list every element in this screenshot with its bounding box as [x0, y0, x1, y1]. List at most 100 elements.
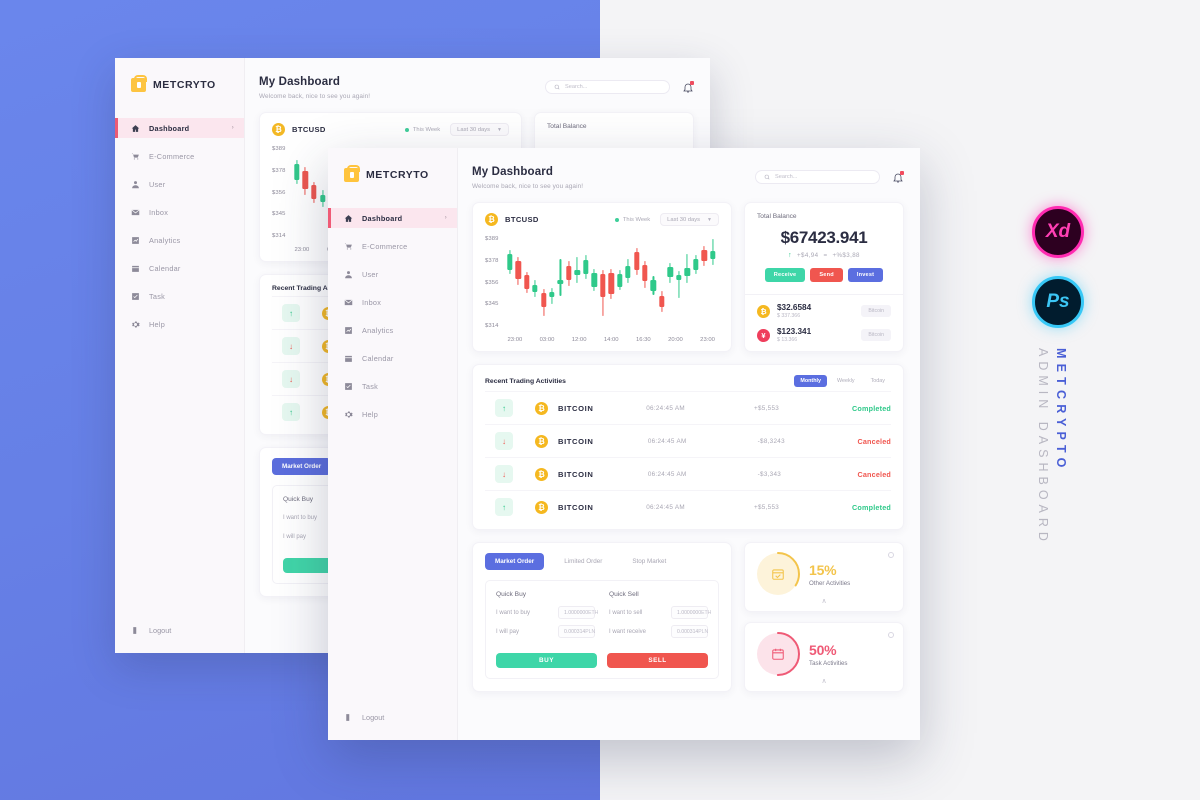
sidebar-item-label: Inbox — [149, 207, 169, 217]
activities-period-tabs: Monthly Weekly Today — [794, 375, 891, 387]
buy-amount-input[interactable]: 1.0000000ETH — [558, 606, 598, 619]
sidebar-item-inbox[interactable]: Inbox — [115, 202, 244, 222]
candle — [590, 234, 598, 330]
transaction-time: 06:24:45 AM — [646, 503, 685, 511]
sidebar-item-task[interactable]: Task — [115, 286, 244, 306]
tab-market-order[interactable]: Market Order — [485, 553, 545, 570]
sidebar-item-task[interactable]: Task — [328, 376, 457, 396]
tab-weekly[interactable]: Weekly — [831, 375, 861, 387]
sidebar-item-analytics[interactable]: Analytics — [328, 320, 457, 340]
status-badge: Canceled — [857, 469, 891, 479]
options-dot-icon[interactable] — [888, 632, 894, 638]
sidebar-item-label: Task — [362, 381, 379, 391]
notification-badge — [690, 80, 694, 85]
adobe-xd-badge: Xd — [1032, 206, 1084, 258]
table-row[interactable]: ↑ ₿ BITCOIN 06:24:45 AM +$5,553 Complete… — [485, 490, 891, 523]
tab-today[interactable]: Today — [865, 375, 891, 387]
coin-subamount: $ 337.366 — [777, 313, 801, 319]
sidebar-item-help[interactable]: Help — [115, 314, 244, 334]
tab-limited-order[interactable]: Limited Order — [554, 553, 612, 570]
coin-amount: $32.6584 — [777, 303, 812, 312]
notification-bell-button[interactable] — [682, 80, 694, 94]
candle — [615, 234, 623, 330]
gear-icon — [344, 410, 353, 419]
sell-receive-input[interactable]: 0.000314 PLN — [671, 625, 708, 638]
buy-button[interactable]: BUY — [496, 653, 597, 668]
chart-legend: This Week — [614, 217, 650, 223]
chart-legend: This Week — [404, 127, 440, 133]
sidebar-item-ecommerce[interactable]: E-Commerce — [115, 146, 244, 166]
task-activities-card: 50% Task Activities ∧ — [744, 622, 904, 692]
send-button[interactable]: Send — [810, 268, 843, 282]
arrow-down-icon: ↓ — [495, 465, 513, 483]
balance-coin-list: ₿ $32.6584 $ 337.366 Bitcoin ¥ $123.341 … — [745, 294, 903, 351]
table-row[interactable]: ↓ ₿ BITCOIN 06:24:45 AM -$8,3243 Cancele… — [485, 424, 891, 457]
adobe-photoshop-badge: Ps — [1032, 276, 1084, 328]
logout-button[interactable]: Logout — [328, 713, 457, 722]
tab-monthly[interactable]: Monthly — [794, 375, 828, 387]
options-dot-icon[interactable] — [888, 552, 894, 558]
sell-amount-input[interactable]: 1.0000000 ETH — [671, 606, 711, 619]
y-tick: $356 — [485, 279, 499, 286]
cart-icon — [131, 152, 140, 161]
price-chart-card: ₿ BTCUSD This Week Last 30 days ▼ $389 $… — [472, 202, 732, 352]
x-tick: 03:00 — [539, 337, 555, 343]
gear-icon — [131, 320, 140, 329]
quick-buy-section: Quick Buy I want to buy 1.0000000 ETH I w… — [496, 591, 598, 644]
candle — [649, 234, 657, 330]
brand: METCRYTO — [328, 162, 457, 182]
buy-pay-input[interactable]: 0.000314PLN — [558, 625, 595, 638]
y-tick: $389 — [272, 146, 286, 152]
candle — [556, 234, 564, 330]
candle — [565, 234, 573, 330]
sell-button[interactable]: SELL — [607, 653, 708, 668]
chart-range-select[interactable]: Last 30 days ▼ — [660, 213, 719, 226]
sidebar-item-calendar[interactable]: Calendar — [328, 348, 457, 368]
invest-button[interactable]: Invest — [847, 268, 884, 282]
balance-delta: ↑ +$4,94 = +%$3,88 — [757, 252, 891, 259]
arrow-down-icon: ↓ — [282, 337, 300, 355]
list-item[interactable]: ₿ $32.6584 $ 337.366 Bitcoin — [757, 303, 891, 319]
candle — [548, 234, 556, 330]
x-tick: 20:00 — [668, 337, 683, 343]
sidebar-item-analytics[interactable]: Analytics — [115, 230, 244, 250]
sidebar-item-user[interactable]: User — [328, 264, 457, 284]
activity-stats-column: 15% Other Activities ∧ 50% Task Activiti… — [744, 542, 904, 692]
table-row[interactable]: ↑ ₿ BITCOIN 06:24:45 AM +$5,553 Complete… — [485, 391, 891, 424]
candle — [700, 234, 708, 330]
x-tick: 12:00 — [571, 337, 587, 343]
chart-x-axis: 23:00 03:00 12:00 14:00 16:30 20:00 23:0… — [504, 337, 719, 343]
field-label: I want to sell — [609, 609, 643, 616]
topbar: My Dashboard Welcome back, nice to see y… — [458, 148, 920, 202]
search-placeholder: Search... — [565, 84, 588, 90]
search-input[interactable]: Search... — [545, 80, 670, 94]
sidebar-item-label: Analytics — [362, 325, 394, 335]
chart-range-value: Last 30 days — [457, 126, 491, 133]
receive-button[interactable]: Receive — [764, 268, 806, 282]
sidebar-item-inbox[interactable]: Inbox — [328, 292, 457, 312]
list-item[interactable]: ¥ $123.341 $ 13.366 Bitcoin — [757, 327, 891, 343]
bitcoin-icon: ₿ — [535, 467, 548, 481]
sidebar-item-dashboard[interactable]: Dashboard › — [115, 118, 244, 138]
sidebar-item-user[interactable]: User — [115, 174, 244, 194]
transaction-time: 06:24:45 AM — [646, 404, 685, 412]
notification-bell-button[interactable] — [892, 170, 904, 184]
user-icon — [131, 180, 140, 189]
tab-market-order[interactable]: Market Order — [272, 458, 332, 475]
coin-tag: Bitcoin — [861, 305, 891, 317]
sidebar-item-calendar[interactable]: Calendar — [115, 258, 244, 278]
table-row[interactable]: ↓ ₿ BITCOIN 06:24:45 AM -$3,343 Canceled — [485, 457, 891, 490]
chart-range-select[interactable]: Last 30 days ▼ — [450, 123, 509, 136]
search-input[interactable]: Search... — [755, 170, 880, 184]
candle — [506, 234, 514, 330]
coin-subamount: $ 13.366 — [777, 337, 798, 343]
analytics-icon — [131, 236, 140, 245]
sidebar-item-help[interactable]: Help — [328, 404, 457, 424]
tab-stop-market[interactable]: Stop Market — [622, 553, 676, 570]
status-badge: Completed — [852, 403, 891, 413]
y-tick: $378 — [272, 167, 286, 174]
logout-button-back[interactable]: Logout — [115, 626, 244, 635]
sidebar-item-dashboard[interactable]: Dashboard › — [328, 208, 457, 228]
sidebar-item-ecommerce[interactable]: E-Commerce — [328, 236, 457, 256]
arrow-down-icon: ↓ — [495, 432, 513, 450]
